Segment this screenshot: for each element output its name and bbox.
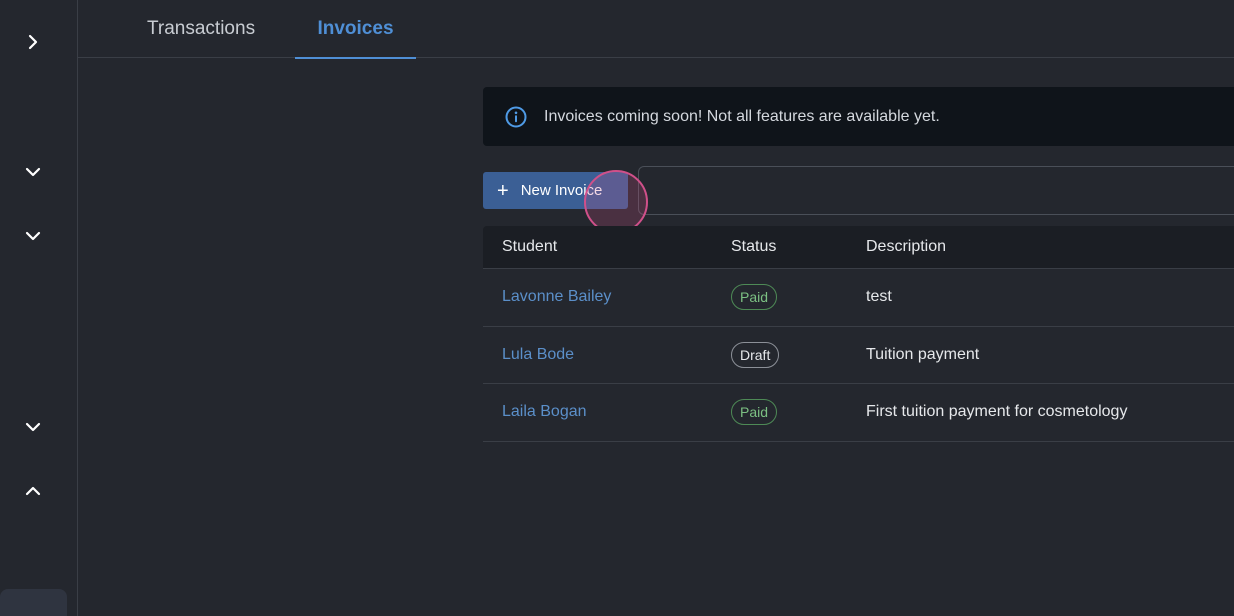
table-row[interactable]: Lavonne Bailey Paid test <box>483 269 1234 327</box>
chevron-down-icon[interactable] <box>20 223 46 249</box>
student-link[interactable]: Lula Bode <box>502 346 574 364</box>
chevron-right-icon[interactable] <box>20 29 46 55</box>
app-root: Transactions Invoices Invoices coming so… <box>0 0 1234 616</box>
table-row[interactable]: Lula Bode Draft Tuition payment <box>483 327 1234 384</box>
new-invoice-label: New Invoice <box>520 182 603 199</box>
status-cell: Paid <box>731 284 778 311</box>
search-input[interactable] <box>638 166 1234 215</box>
column-header-status[interactable]: Status <box>731 238 776 256</box>
new-invoice-button[interactable]: + New Invoice <box>483 172 628 209</box>
status-badge: Draft <box>731 341 780 368</box>
tab-bar: Transactions Invoices <box>78 0 1234 59</box>
table-header: Student Status Description <box>483 226 1234 269</box>
chevron-down-icon[interactable] <box>20 159 46 185</box>
description-cell: Tuition payment <box>866 345 980 363</box>
tab-transactions[interactable]: Transactions <box>127 0 275 58</box>
column-header-description[interactable]: Description <box>866 238 946 256</box>
student-link[interactable]: Lavonne Bailey <box>502 288 611 306</box>
status-cell: Paid <box>731 399 778 426</box>
tab-label: Invoices <box>317 18 394 39</box>
info-icon <box>505 106 527 127</box>
description-cell: test <box>866 288 892 306</box>
status-cell: Draft <box>731 341 780 368</box>
invoices-table: Student Status Description Lavonne Baile… <box>483 226 1234 442</box>
status-badge: Paid <box>731 284 778 311</box>
banner-text: Invoices coming soon! Not all features a… <box>544 107 940 125</box>
tab-label: Transactions <box>147 18 256 39</box>
status-badge: Paid <box>731 399 778 426</box>
sidebar-active-item[interactable] <box>0 589 67 616</box>
info-banner: Invoices coming soon! Not all features a… <box>483 87 1234 146</box>
student-link[interactable]: Laila Bogan <box>502 403 587 421</box>
chevron-up-icon[interactable] <box>20 478 46 504</box>
table-row[interactable]: Laila Bogan Paid First tuition payment f… <box>483 384 1234 442</box>
column-header-student[interactable]: Student <box>502 238 557 256</box>
tab-invoices[interactable]: Invoices <box>295 0 416 59</box>
sidebar <box>0 0 78 616</box>
chevron-down-icon[interactable] <box>20 414 46 440</box>
plus-icon: + <box>497 179 509 202</box>
description-cell: First tuition payment for cosmetology <box>866 403 1128 421</box>
